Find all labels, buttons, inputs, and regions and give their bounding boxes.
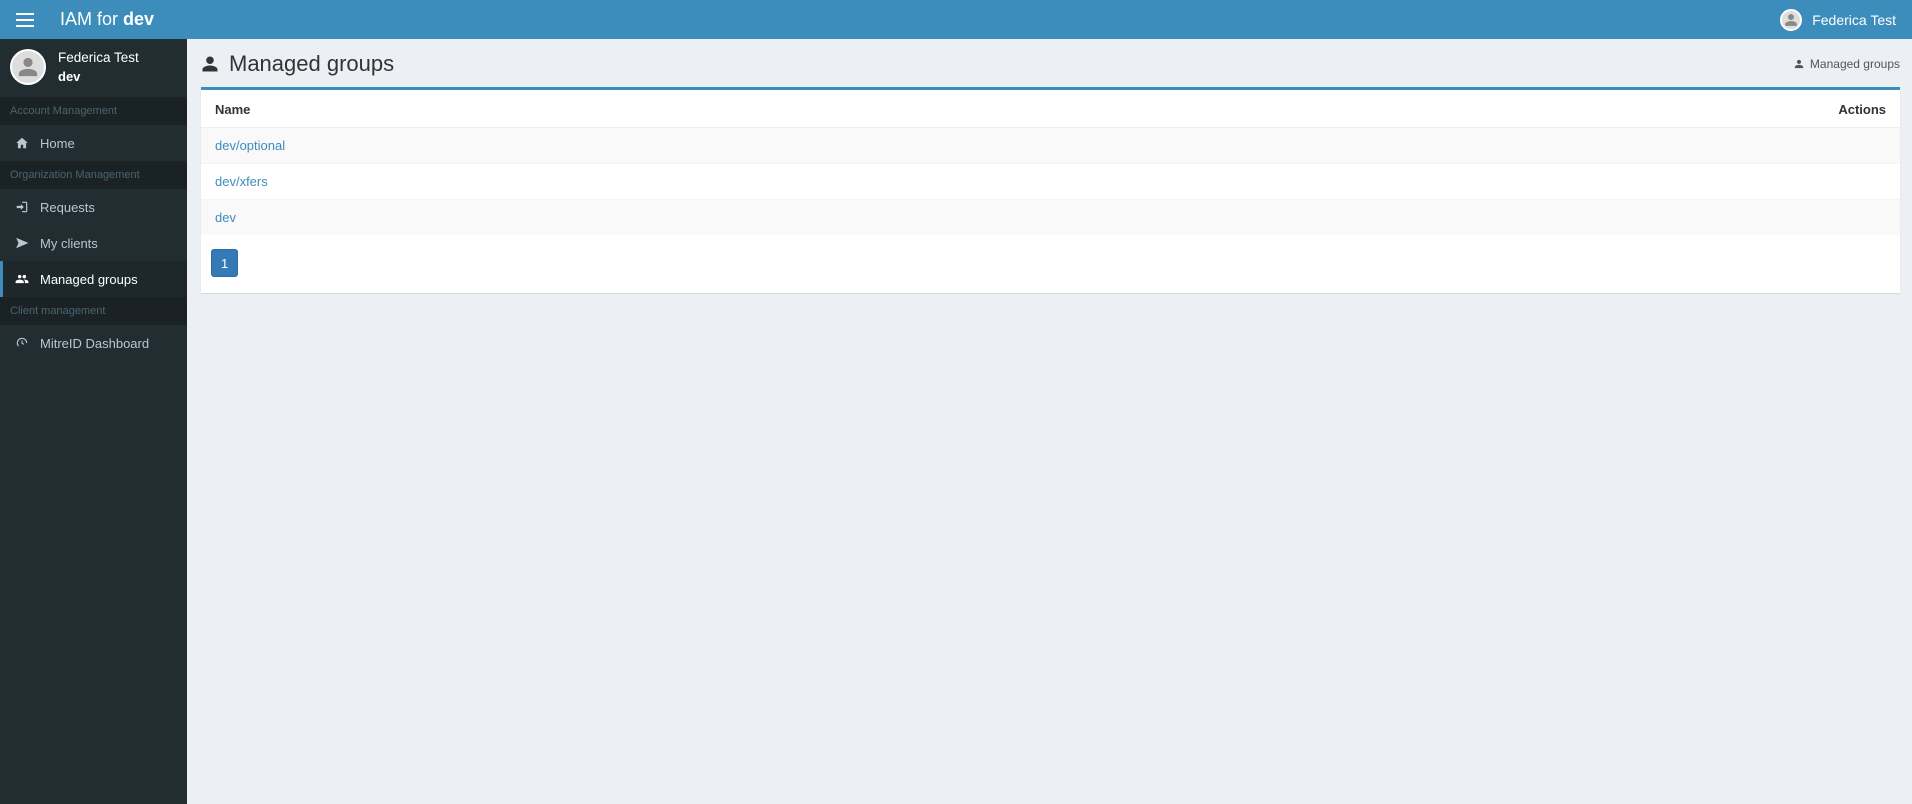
sidebar-item-requests[interactable]: Requests [0,189,187,225]
main-content: Managed groups Managed groups Name Actio… [187,39,1912,804]
user-menu[interactable]: Federica Test [1780,9,1896,31]
topbar: IAM for dev Federica Test [0,0,1912,39]
breadcrumb-text: Managed groups [1810,57,1900,71]
groups-panel: Name Actions dev/optional dev/xfers dev 1 [201,87,1900,293]
pagination: 1 [201,235,1900,277]
avatar-icon [1780,9,1802,31]
dashboard-icon [14,335,30,351]
sidebar-item-mitreid[interactable]: MitreID Dashboard [0,325,187,361]
sidebar-section-account: Account Management [0,97,187,125]
users-icon [14,271,30,287]
signin-icon [14,199,30,215]
page-button-current[interactable]: 1 [211,249,238,277]
row-actions [1160,128,1900,164]
sidebar-item-label: Requests [40,200,95,215]
content-header: Managed groups Managed groups [201,51,1900,87]
sidebar-section-client: Client management [0,297,187,325]
sidebar-item-managed-groups[interactable]: Managed groups [0,261,187,297]
app-brand[interactable]: IAM for dev [60,9,154,30]
row-actions [1160,164,1900,200]
sidebar-item-label: Home [40,136,75,151]
sidebar-user-name: Federica Test [58,50,139,66]
brand-prefix: IAM for [60,9,123,29]
group-link[interactable]: dev/xfers [215,174,268,189]
page-title-text: Managed groups [229,51,394,77]
brand-org: dev [123,9,154,29]
sidebar: Federica Test dev Account Management Hom… [0,39,187,804]
group-link[interactable]: dev [215,210,236,225]
column-header-name: Name [201,90,1160,128]
column-header-actions: Actions [1160,90,1900,128]
breadcrumb: Managed groups [1794,57,1900,71]
table-row: dev [201,200,1900,236]
user-icon [201,54,219,74]
sidebar-section-org: Organization Management [0,161,187,189]
row-actions [1160,200,1900,236]
page-title: Managed groups [201,51,394,77]
sidebar-item-my-clients[interactable]: My clients [0,225,187,261]
sidebar-user-org: dev [58,69,139,84]
groups-table: Name Actions dev/optional dev/xfers dev [201,90,1900,235]
group-link[interactable]: dev/optional [215,138,285,153]
user-name-label: Federica Test [1812,12,1896,28]
sidebar-item-label: Managed groups [40,272,138,287]
home-icon [14,135,30,151]
sidebar-item-label: My clients [40,236,98,251]
sidebar-item-home[interactable]: Home [0,125,187,161]
arrow-icon [14,235,30,251]
avatar-icon [10,49,46,85]
table-row: dev/xfers [201,164,1900,200]
user-icon [1794,59,1804,69]
sidebar-item-label: MitreID Dashboard [40,336,149,351]
menu-toggle-button[interactable] [16,13,34,27]
sidebar-user-panel: Federica Test dev [0,39,187,97]
table-row: dev/optional [201,128,1900,164]
